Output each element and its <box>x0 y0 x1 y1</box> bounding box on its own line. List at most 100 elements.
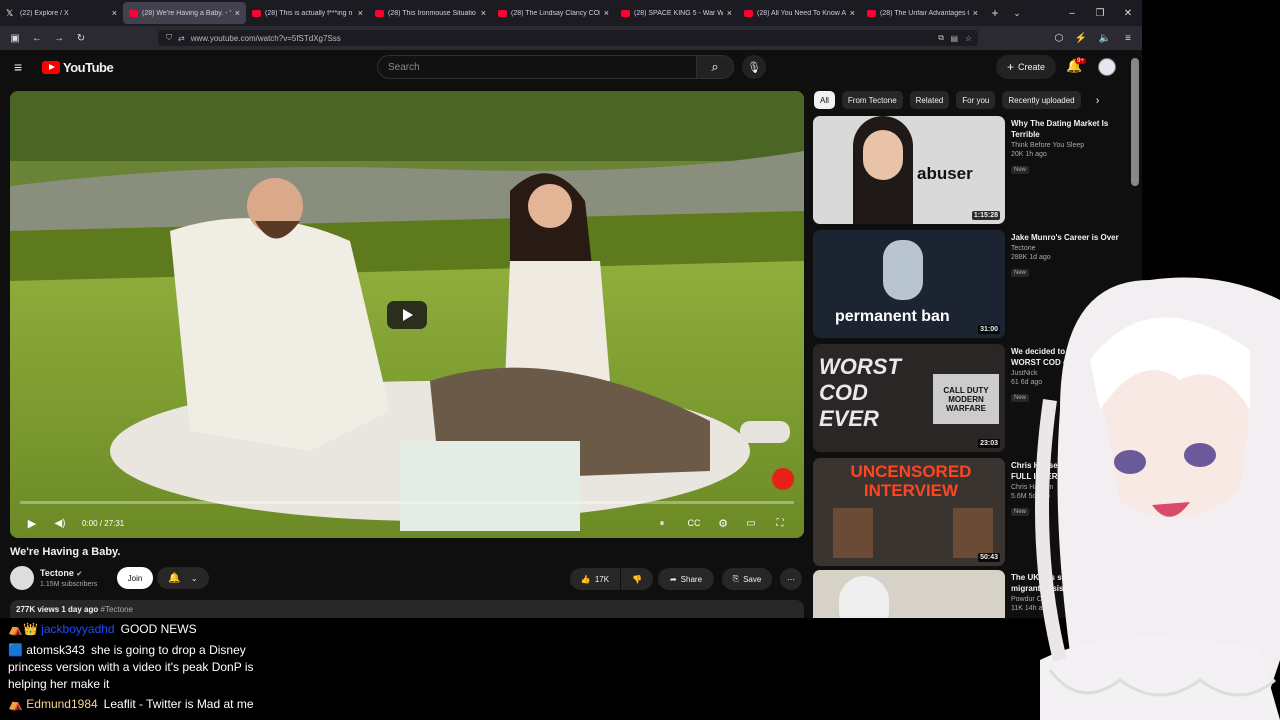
chat-badge-icon: ⛺👑 <box>8 622 42 636</box>
chip-for-you[interactable]: For you <box>956 91 996 109</box>
search-input[interactable]: Search <box>377 55 697 79</box>
chip-all[interactable]: All <box>814 91 835 109</box>
close-tab-icon[interactable]: × <box>604 8 609 18</box>
permissions-icon[interactable]: ⇄ <box>178 34 185 43</box>
forward-icon[interactable]: → <box>48 33 70 44</box>
recommendation-item[interactable]: abuser 1:15:28 Why The Dating Market Is … <box>813 116 1143 224</box>
subscribed-notifications-button[interactable]: 🔔 ⌄ <box>157 567 209 589</box>
url-text: www.youtube.com/watch?v=5fSTdXg7Sss <box>190 33 341 43</box>
shield-icon[interactable]: ⛉ <box>166 33 172 43</box>
video-thumbnail[interactable]: WORST COD EVER CALL DUTY MODERN WARFARE … <box>813 344 1005 452</box>
autoplay-toggle-icon[interactable]: ⏸ <box>652 513 672 533</box>
dislike-button[interactable]: 👎 <box>621 568 653 590</box>
video-thumbnail[interactable]: permanent ban 31:00 <box>813 230 1005 338</box>
hamburger-menu-icon[interactable]: ≡ <box>14 59 22 75</box>
save-button[interactable]: ⎘ Save <box>722 568 772 590</box>
play-icon[interactable]: ▶ <box>22 513 42 533</box>
tab-video-5[interactable]: (28) SPACE KING 5 - War Wo × <box>615 0 738 26</box>
chat-username: atomsk343 <box>26 643 85 657</box>
tab-active-video[interactable]: (28) We're Having a Baby. - YouTube× <box>123 2 246 24</box>
list-tabs-icon[interactable]: ⌄ <box>1006 8 1028 19</box>
chevron-right-icon[interactable]: › <box>1088 91 1108 111</box>
close-tab-icon[interactable]: × <box>481 8 486 18</box>
reader-icon[interactable]: ▤ <box>950 34 958 43</box>
sidebar-toggle-icon[interactable]: ▣ <box>4 33 26 44</box>
duration-badge: 31:00 <box>978 325 1000 334</box>
video-thumbnail[interactable]: abuser 1:15:28 <box>813 116 1005 224</box>
close-tab-icon[interactable]: × <box>235 8 240 18</box>
tab-video-2[interactable]: (28) This is actually f***ing n × <box>246 0 369 26</box>
duration-badge: 1:15:28 <box>971 211 1000 220</box>
tab-video-4[interactable]: (28) The Lindsay Clancy COR × <box>492 0 615 26</box>
progress-bar[interactable] <box>20 501 794 504</box>
back-icon[interactable]: ← <box>26 33 48 44</box>
youtube-favicon-icon <box>375 9 384 17</box>
thumbnail-face <box>863 130 903 180</box>
close-window-icon[interactable]: ✕ <box>1114 0 1142 26</box>
chat-text: Leaflit - Twitter is Mad at me <box>103 697 254 711</box>
channel-avatar[interactable] <box>10 566 34 590</box>
address-bar[interactable]: ⛉ ⇄ www.youtube.com/watch?v=5fSTdXg7Sss … <box>158 30 978 46</box>
chat-badge-icon: ⛺ <box>8 697 27 711</box>
thumbs-down-icon: 👎 <box>632 574 642 584</box>
video-thumbnail[interactable]: UNCENSORED INTERVIEW 50:43 <box>813 458 1005 566</box>
chip-from-channel[interactable]: From Tectone <box>841 91 903 109</box>
center-play-button[interactable] <box>387 301 427 329</box>
menu-icon[interactable]: ≡ <box>1117 33 1139 44</box>
chip-related[interactable]: Related <box>909 91 950 109</box>
like-button[interactable]: 👍 17K <box>570 568 620 590</box>
volume-icon[interactable]: 🔈 <box>1094 33 1116 44</box>
youtube-favicon-icon <box>867 9 876 17</box>
youtube-logo[interactable]: YouTube <box>42 60 114 75</box>
chip-recently-uploaded[interactable]: Recently uploaded <box>1002 91 1081 109</box>
captions-icon[interactable]: CC <box>684 513 704 533</box>
search-button[interactable]: ⌕ <box>696 55 734 79</box>
bookmark-star-icon[interactable]: ☆ <box>965 34 972 43</box>
tab-video-6[interactable]: (28) All You Need To Know A × <box>738 0 861 26</box>
fullscreen-icon[interactable]: ⛶ <box>770 513 790 533</box>
minimize-icon[interactable]: – <box>1058 0 1086 26</box>
player-controls: ▶ ◀) 0:00 / 27:31 ⏸ CC ⚙ ▭ ⛶ <box>10 509 804 537</box>
extensions-icon[interactable]: ⬡ <box>1048 33 1070 44</box>
thumbs-up-icon: 👍 <box>580 574 591 584</box>
thumbnail-game-logo: CALL DUTY MODERN WARFARE <box>933 374 999 424</box>
extension-logo-icon[interactable]: ⚡ <box>1070 33 1092 44</box>
reload-icon[interactable]: ↻ <box>70 33 92 44</box>
youtube-header: ≡ YouTube Search ⌕ 🎙 + Create 🔔 9+ <box>0 50 1142 84</box>
save-icon: ⎘ <box>732 574 740 583</box>
tab-video-7[interactable]: (28) The Unfair Advantages C × <box>861 0 984 26</box>
page-scrollbar[interactable] <box>1131 58 1139 186</box>
pip-icon[interactable]: ⧉ <box>938 33 944 43</box>
channel-name[interactable]: Tectone ✔ <box>40 568 82 578</box>
share-button[interactable]: ➦ Share <box>658 568 714 590</box>
join-button[interactable]: Join <box>117 567 153 589</box>
volume-player-icon[interactable]: ◀) <box>50 513 70 533</box>
close-tab-icon[interactable]: × <box>727 8 732 18</box>
thumbnail-chair <box>833 508 873 558</box>
tab-explore-x[interactable]: 𝕏 (22) Explore / X × <box>0 0 123 26</box>
voice-search-button[interactable]: 🎙 <box>742 55 766 79</box>
close-tab-icon[interactable]: × <box>850 8 855 18</box>
description-box[interactable]: 277K views 1 day ago #Tectone <box>10 600 804 618</box>
chat-message: ⛺👑 jackboyyadhd GOOD NEWS <box>8 621 197 638</box>
more-actions-button[interactable]: ⋯ <box>780 568 802 590</box>
account-avatar[interactable] <box>1098 58 1116 76</box>
settings-gear-icon[interactable]: ⚙ <box>713 513 733 533</box>
close-tab-icon[interactable]: × <box>973 8 978 18</box>
chat-message: 🟦 atomsk343 she is going to drop a Disney… <box>8 642 278 693</box>
bell-icon: 🔔 <box>168 572 181 584</box>
create-button[interactable]: + Create <box>996 55 1056 79</box>
filter-chips: All From Tectone Related For you Recentl… <box>814 91 1108 111</box>
new-tab-icon[interactable]: + <box>984 6 1006 20</box>
video-player[interactable]: ▶ ◀) 0:00 / 27:31 ⏸ CC ⚙ ▭ ⛶ <box>10 91 804 538</box>
close-tab-icon[interactable]: × <box>358 8 363 18</box>
miniplayer-icon[interactable]: ▭ <box>741 513 761 533</box>
tab-video-3[interactable]: (28) This Ironmouse Situatio × <box>369 0 492 26</box>
close-tab-icon[interactable]: × <box>112 8 117 18</box>
youtube-favicon-icon <box>498 9 507 17</box>
x-logo-icon: 𝕏 <box>6 7 14 18</box>
video-thumbnail[interactable] <box>813 570 1005 618</box>
restore-icon[interactable]: ❐ <box>1086 0 1114 26</box>
rec-channel: Think Before You Sleep <box>1011 142 1085 149</box>
thumbnail-overlay-text: abuser <box>917 164 973 183</box>
